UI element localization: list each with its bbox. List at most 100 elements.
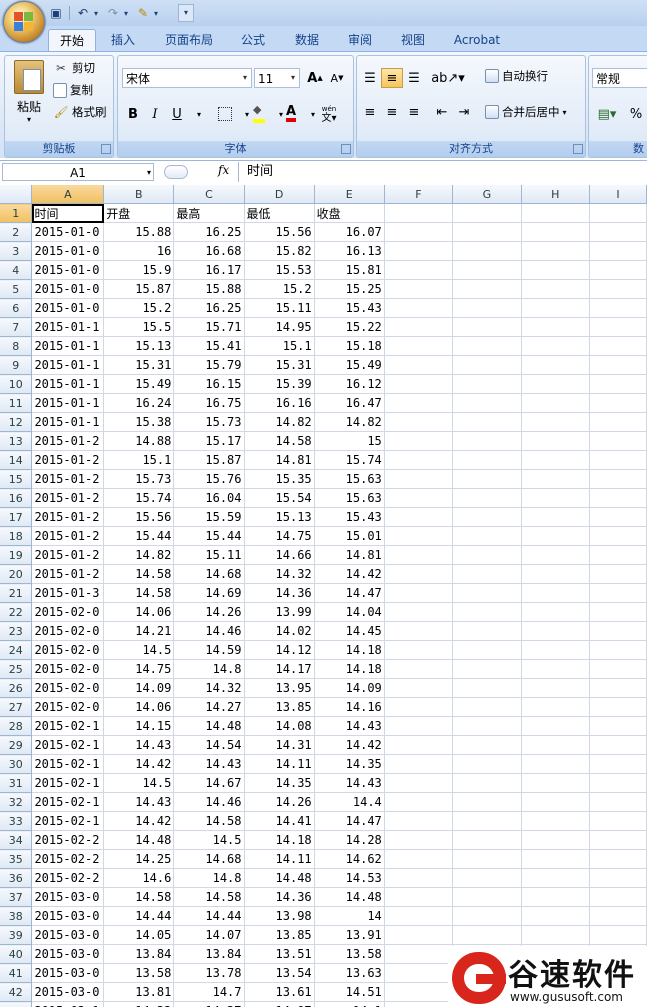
column-header[interactable]: E <box>314 185 385 204</box>
cell[interactable]: 16.16 <box>244 393 315 413</box>
row-header[interactable]: 41 <box>0 963 33 983</box>
cell[interactable] <box>384 963 454 983</box>
cell[interactable]: 开盘 <box>103 203 175 223</box>
cell[interactable]: 时间 <box>31 203 105 223</box>
cell[interactable] <box>452 830 522 850</box>
name-box[interactable]: A1 ▾ <box>2 163 154 181</box>
formula-input[interactable]: 时间 <box>238 162 647 182</box>
cell[interactable] <box>452 659 522 679</box>
cell[interactable]: 14.44 <box>173 906 245 926</box>
cell[interactable]: 2015-02-0 <box>31 621 105 641</box>
cell[interactable]: 14.8 <box>173 659 245 679</box>
tab-view[interactable]: 视图 <box>390 29 436 51</box>
cell[interactable]: 14.47 <box>314 811 385 831</box>
cell[interactable]: 16.25 <box>173 222 245 242</box>
cell[interactable] <box>589 925 647 945</box>
cell[interactable] <box>521 868 591 888</box>
cell[interactable] <box>384 488 454 508</box>
cell[interactable] <box>452 906 522 926</box>
cell[interactable] <box>384 830 454 850</box>
chevron-down-icon[interactable]: ▾ <box>563 108 567 117</box>
chevron-down-icon[interactable]: ▾ <box>147 164 151 182</box>
cell[interactable]: 14.58 <box>244 431 315 451</box>
cell[interactable] <box>384 450 454 470</box>
cell[interactable] <box>452 754 522 774</box>
cell[interactable] <box>452 355 522 375</box>
cell[interactable] <box>452 868 522 888</box>
cell[interactable]: 2015-01-0 <box>31 241 105 261</box>
cell[interactable]: 14.07 <box>173 925 245 945</box>
row-header[interactable]: 1 <box>0 203 33 223</box>
cell[interactable]: 2015-01-1 <box>31 393 105 413</box>
row-header[interactable]: 23 <box>0 621 33 641</box>
column-header[interactable]: B <box>103 185 175 204</box>
cell[interactable] <box>384 279 454 299</box>
cell[interactable] <box>384 754 454 774</box>
cell[interactable]: 14.09 <box>314 678 385 698</box>
row-header[interactable]: 39 <box>0 925 33 945</box>
row-header[interactable]: 38 <box>0 906 33 926</box>
cell[interactable] <box>521 773 591 793</box>
cell[interactable]: 15 <box>314 431 385 451</box>
cell[interactable]: 2015-02-1 <box>31 716 105 736</box>
cell[interactable]: 15.13 <box>244 507 315 527</box>
cell[interactable]: 2015-02-0 <box>31 659 105 679</box>
cell[interactable]: 14.62 <box>314 849 385 869</box>
cell[interactable]: 14.07 <box>244 1001 315 1007</box>
orientation-button[interactable]: ab↗▾ <box>431 68 465 88</box>
cell[interactable]: 14.43 <box>103 735 175 755</box>
cell[interactable]: 14.46 <box>173 621 245 641</box>
cell[interactable] <box>589 849 647 869</box>
cell[interactable]: 2015-02-2 <box>31 868 105 888</box>
cell[interactable] <box>521 887 591 907</box>
cell[interactable] <box>521 203 591 223</box>
cell[interactable] <box>521 450 591 470</box>
clipboard-launcher-icon[interactable] <box>101 144 111 154</box>
cell[interactable]: 13.85 <box>244 925 315 945</box>
cell[interactable] <box>589 868 647 888</box>
cell[interactable]: 14.12 <box>244 640 315 660</box>
cell[interactable] <box>589 564 647 584</box>
accounting-format-button[interactable]: ▤▾ <box>592 104 622 124</box>
cell[interactable]: 15.43 <box>314 298 385 318</box>
cell[interactable] <box>521 317 591 337</box>
cell[interactable]: 2015-01-2 <box>31 507 105 527</box>
shrink-font-button[interactable]: A ▼ <box>326 68 348 88</box>
cell[interactable]: 2015-01-2 <box>31 469 105 489</box>
cell[interactable]: 14.36 <box>244 583 315 603</box>
cell[interactable] <box>384 849 454 869</box>
cell[interactable]: 2015-02-1 <box>31 811 105 831</box>
cell[interactable] <box>384 355 454 375</box>
cell[interactable]: 最低 <box>244 203 315 223</box>
cell[interactable] <box>521 336 591 356</box>
cell[interactable] <box>452 374 522 394</box>
cell[interactable]: 16.17 <box>173 260 245 280</box>
cell[interactable]: 16.47 <box>314 393 385 413</box>
cell[interactable]: 14.35 <box>244 773 315 793</box>
cell[interactable]: 2015-03-0 <box>31 925 105 945</box>
cell[interactable]: 2015-02-1 <box>31 773 105 793</box>
cell[interactable]: 13.85 <box>244 697 315 717</box>
cell[interactable]: 14.53 <box>314 868 385 888</box>
cell[interactable] <box>589 393 647 413</box>
cell[interactable] <box>521 697 591 717</box>
row-header[interactable]: 33 <box>0 811 33 831</box>
cell[interactable]: 14.5 <box>103 640 175 660</box>
column-header[interactable]: F <box>384 185 454 204</box>
column-header[interactable]: D <box>244 185 315 204</box>
cell[interactable] <box>589 906 647 926</box>
merge-center-button[interactable]: 合并后居中 ▾ <box>485 104 567 120</box>
cell[interactable]: 2015-01-2 <box>31 564 105 584</box>
cell[interactable]: 14.58 <box>173 887 245 907</box>
cell[interactable]: 16.12 <box>314 374 385 394</box>
cell[interactable] <box>589 488 647 508</box>
cell[interactable]: 14.18 <box>314 640 385 660</box>
cell[interactable]: 14.69 <box>173 583 245 603</box>
cell[interactable]: 14.5 <box>103 773 175 793</box>
cell[interactable]: 13.99 <box>244 602 315 622</box>
insert-function-button[interactable]: fx <box>218 163 229 177</box>
cell[interactable] <box>452 203 522 223</box>
row-header[interactable]: 16 <box>0 488 33 508</box>
cell[interactable]: 14 <box>314 906 385 926</box>
cell[interactable]: 15.9 <box>103 260 175 280</box>
